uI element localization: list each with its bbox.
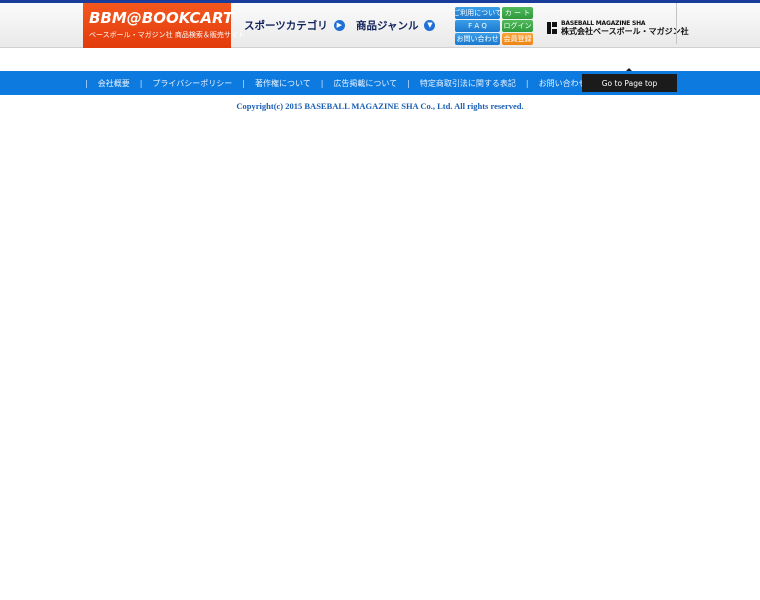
- member-register-button[interactable]: 会員登録: [502, 33, 533, 45]
- faq-button[interactable]: F A Q: [455, 20, 500, 32]
- contact-button[interactable]: お問い合わせ: [455, 33, 500, 45]
- footer-nav-bar: | 会社概要 | プライバシーポリシー | 著作権について | 広告掲載について…: [0, 71, 760, 95]
- publisher-emblem-icon: [547, 22, 557, 34]
- chevron-right-icon: ▶: [333, 19, 345, 31]
- login-button[interactable]: ログイン: [502, 20, 533, 32]
- nav-product-genre[interactable]: 商品ジャンル ▼: [356, 17, 436, 33]
- footer-link-privacy[interactable]: プライバシーポリシー: [152, 78, 232, 89]
- nav-sports-category-label: スポーツカテゴリ: [244, 19, 328, 32]
- cart-button[interactable]: カ ー ト: [502, 7, 533, 19]
- footer-separator: |: [139, 78, 143, 88]
- nav-sports-category[interactable]: スポーツカテゴリ ▶: [244, 17, 345, 33]
- footer-link-contact[interactable]: お問い合わせ: [539, 78, 587, 89]
- footer-link-commerce-law[interactable]: 特定商取引法に関する表記: [420, 78, 516, 89]
- footer-separator: |: [525, 78, 529, 88]
- footer-link-copyright[interactable]: 著作権について: [255, 78, 311, 89]
- about-usage-button[interactable]: ご利用について: [453, 7, 502, 19]
- go-to-page-top-button[interactable]: Go to Page top: [582, 74, 677, 92]
- copyright-notice: Copyright(c) 2015 BASEBALL MAGAZINE SHA …: [236, 101, 524, 111]
- site-logo[interactable]: BBM@BOOKCART ベースボール・マガジン社 商品検索＆販売サイト: [83, 3, 245, 48]
- site-header: BBM@BOOKCART ベースボール・マガジン社 商品検索＆販売サイト スポー…: [0, 3, 760, 48]
- header-divider: [676, 3, 677, 44]
- footer-separator: |: [320, 78, 324, 88]
- footer-links: | 会社概要 | プライバシーポリシー | 著作権について | 広告掲載について…: [83, 71, 609, 95]
- logo-subtitle: ベースボール・マガジン社 商品検索＆販売サイト: [89, 31, 245, 39]
- footer-link-company[interactable]: 会社概要: [98, 78, 130, 89]
- footer-separator: |: [85, 78, 88, 88]
- publisher-name-ja: 株式会社ベースボール・マガジン社: [561, 27, 689, 36]
- nav-product-genre-label: 商品ジャンル: [356, 19, 419, 32]
- chevron-down-icon: ▼: [424, 19, 436, 31]
- logo-main-text: BBM@BOOKCART: [89, 9, 234, 27]
- footer-link-advertising[interactable]: 広告掲載について: [333, 78, 397, 89]
- footer-separator: |: [407, 78, 410, 88]
- publisher-logo[interactable]: BASEBALL MAGAZINE SHA 株式会社ベースボール・マガジン社: [546, 19, 689, 37]
- footer-separator: |: [242, 78, 245, 88]
